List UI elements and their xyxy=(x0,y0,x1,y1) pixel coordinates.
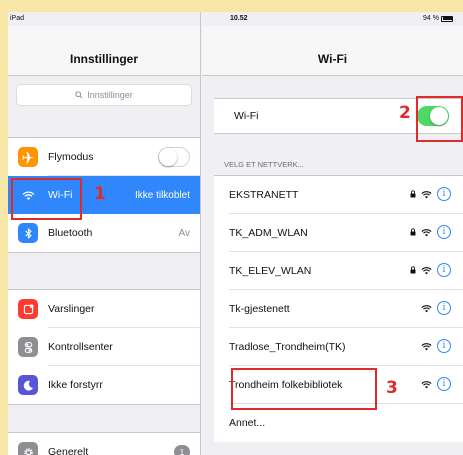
device-name: iPad xyxy=(10,15,25,22)
flymodus-toggle[interactable] xyxy=(158,147,190,167)
network-row[interactable]: EKSTRANETT i xyxy=(214,176,463,214)
toggle-knob xyxy=(430,107,448,125)
sidebar-item-label: Generelt xyxy=(48,446,89,455)
settings-group-general: Generelt 1 xyxy=(8,432,200,455)
detail-header: Wi-Fi xyxy=(202,26,463,76)
network-list: EKSTRANETT i TK_ADM_WLAN i TK_ELEV_WLAN … xyxy=(214,175,463,442)
wifi-signal-icon xyxy=(421,304,432,312)
search-icon xyxy=(75,91,83,99)
info-icon[interactable]: i xyxy=(437,187,451,201)
network-row[interactable]: Trondheim folkebibliotek i xyxy=(214,366,463,404)
battery-icon xyxy=(441,15,453,22)
network-row[interactable]: TK_ADM_WLAN i xyxy=(214,214,463,252)
clock: 10.52 xyxy=(230,15,248,22)
network-name: TK_ELEV_WLAN xyxy=(229,265,312,277)
lock-icon xyxy=(410,266,416,274)
sidebar-title: Innstillinger xyxy=(69,52,138,66)
network-row[interactable]: Tradlose_Trondheim(TK) i xyxy=(214,328,463,366)
sidebar-item-label: Wi-Fi xyxy=(48,189,73,201)
settings-group-notifications: Varslinger Kontrollsenter Ikke forstyrr xyxy=(8,289,200,405)
annotation-number-3: 3 xyxy=(386,378,398,398)
info-icon[interactable]: i xyxy=(437,301,451,315)
bluetooth-status-value: Av xyxy=(178,227,191,239)
wifi-signal-icon xyxy=(421,380,432,388)
info-icon[interactable]: i xyxy=(437,225,451,239)
gear-icon xyxy=(18,442,38,455)
sidebar-item-label: Varslinger xyxy=(48,303,95,315)
update-badge: 1 xyxy=(174,445,190,455)
battery-percent: 94 % xyxy=(423,15,439,22)
search-placeholder: Innstillinger xyxy=(87,90,133,100)
info-icon[interactable]: i xyxy=(437,377,451,391)
sidebar-item-label: Kontrollsenter xyxy=(48,341,113,353)
sidebar-item-varslinger[interactable]: Varslinger xyxy=(8,290,200,328)
wifi-detail-pane: Wi-Fi Wi-Fi VELG ET NETTVERK... EKSTRANE… xyxy=(202,12,463,455)
sidebar-item-generelt[interactable]: Generelt 1 xyxy=(8,433,200,455)
annotation-number-1: 1 xyxy=(94,184,106,204)
wifi-signal-icon xyxy=(421,342,432,350)
search-input[interactable]: Innstillinger xyxy=(16,84,192,106)
wifi-signal-icon xyxy=(421,266,432,274)
other-network-label: Annet... xyxy=(229,417,266,429)
network-row[interactable]: Tk-gjestenett i xyxy=(214,290,463,328)
control-center-icon xyxy=(18,337,38,357)
sidebar-header: Innstillinger xyxy=(8,26,200,76)
ipad-screen: Innstillinger Innstillinger Flymodus Wi-… xyxy=(8,12,463,455)
network-name: EKSTRANETT xyxy=(229,189,299,201)
network-name: TK_ADM_WLAN xyxy=(229,227,308,239)
sidebar-item-ikke-forstyrr[interactable]: Ikke forstyrr xyxy=(8,366,200,404)
network-row[interactable]: TK_ELEV_WLAN i xyxy=(214,252,463,290)
network-name: Tradlose_Trondheim(TK) xyxy=(229,341,346,353)
network-row-other[interactable]: Annet... xyxy=(214,404,463,442)
wifi-icon xyxy=(18,185,38,205)
wifi-toggle[interactable] xyxy=(417,106,449,126)
annotation-number-2: 2 xyxy=(399,103,411,123)
wifi-signal-icon xyxy=(421,228,432,236)
wifi-toggle-label: Wi-Fi xyxy=(234,110,259,122)
airplane-icon xyxy=(18,147,38,167)
sidebar-item-label: Bluetooth xyxy=(48,227,93,239)
network-name: Tk-gjestenett xyxy=(229,303,290,315)
sidebar-item-label: Flymodus xyxy=(48,151,94,163)
wifi-toggle-row: Wi-Fi xyxy=(214,98,463,134)
sidebar-item-kontrollsenter[interactable]: Kontrollsenter xyxy=(8,328,200,366)
lock-icon xyxy=(410,228,416,236)
wifi-signal-icon xyxy=(421,190,432,198)
moon-icon xyxy=(18,375,38,395)
choose-network-label: VELG ET NETTVERK... xyxy=(224,160,304,169)
search-area: Innstillinger xyxy=(8,76,200,116)
lock-icon xyxy=(410,190,416,198)
notifications-icon xyxy=(18,299,38,319)
status-bar: iPad 10.52 94 % xyxy=(8,12,463,26)
info-icon[interactable]: i xyxy=(437,263,451,277)
toggle-knob xyxy=(159,148,177,166)
sidebar-item-bluetooth[interactable]: Bluetooth Av xyxy=(8,214,200,252)
wifi-status-value: Ikke tilkoblet xyxy=(134,189,190,201)
bluetooth-icon xyxy=(18,223,38,243)
sidebar-item-label: Ikke forstyrr xyxy=(48,379,103,391)
battery-indicator: 94 % xyxy=(423,15,453,22)
sidebar-item-flymodus[interactable]: Flymodus xyxy=(8,138,200,176)
detail-title: Wi-Fi xyxy=(317,52,348,66)
settings-sidebar: Innstillinger Innstillinger Flymodus Wi-… xyxy=(8,12,201,455)
info-icon[interactable]: i xyxy=(437,339,451,353)
network-name: Trondheim folkebibliotek xyxy=(229,379,343,391)
